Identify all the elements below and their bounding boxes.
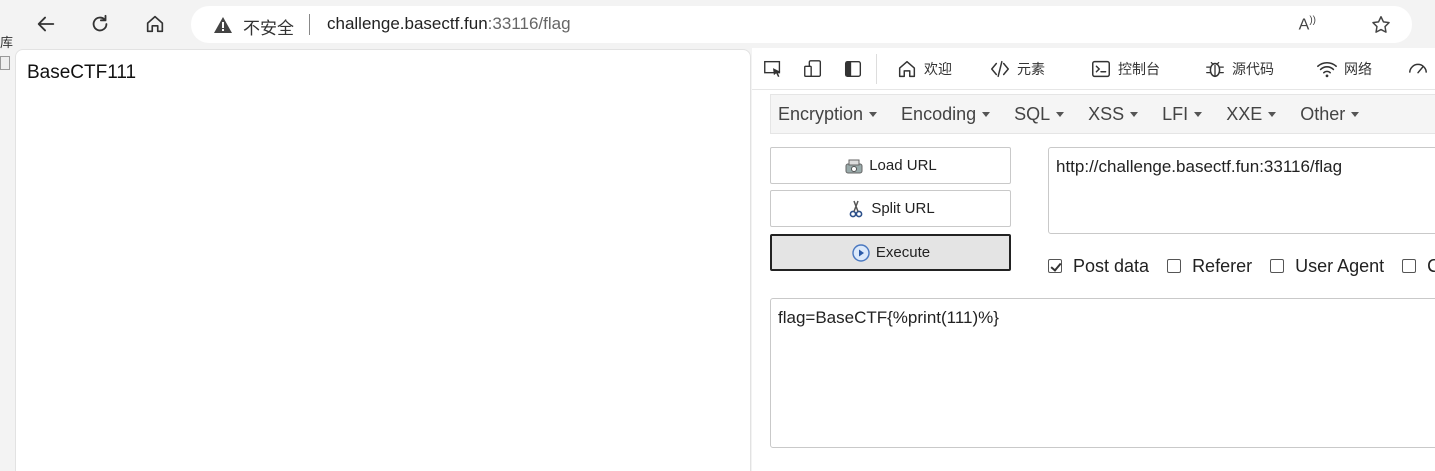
edge-cutoff-box	[0, 56, 10, 70]
menu-encoding[interactable]: Encoding	[901, 103, 991, 125]
address-url[interactable]: challenge.basectf.fun:33116/flag	[327, 14, 571, 34]
post-data-option[interactable]: Post data	[1048, 256, 1149, 277]
referer-option[interactable]: Referer	[1167, 256, 1252, 277]
split-url-label: Split URL	[871, 200, 935, 217]
cookies-option[interactable]: Co	[1402, 256, 1435, 277]
hackbar-menu: Encryption Encoding SQL XSS LFI XXE Othe…	[770, 94, 1435, 134]
play-icon	[852, 243, 870, 262]
page-content-text: BaseCTF111	[27, 62, 137, 83]
code-icon	[991, 60, 1009, 78]
post-data-textarea[interactable]: flag=BaseCTF{%print(111)%}	[770, 298, 1435, 448]
menu-encryption[interactable]: Encryption	[778, 103, 878, 125]
chevron-down-icon	[1056, 112, 1065, 118]
hackbar-options: Post data Referer User Agent Co	[1048, 254, 1435, 278]
devtools-tabbar: 欢迎 元素 控制台 源代码 网络	[752, 48, 1435, 90]
chevron-down-icon	[1130, 112, 1139, 118]
dock-side-icon[interactable]	[842, 58, 864, 80]
home-button[interactable]	[139, 8, 171, 40]
menu-xss-label: XSS	[1088, 103, 1125, 124]
tab-elements-label: 元素	[1017, 62, 1045, 78]
menu-encryption-label: Encryption	[778, 103, 864, 124]
tab-network[interactable]: 网络	[1316, 58, 1372, 80]
referer-checkbox[interactable]	[1167, 259, 1182, 273]
wifi-icon	[1317, 62, 1337, 78]
home-icon	[146, 15, 164, 33]
tab-welcome[interactable]: 欢迎	[896, 58, 952, 80]
favorite-star-icon[interactable]	[1370, 14, 1392, 36]
console-icon	[1092, 60, 1110, 78]
load-url-label: Load URL	[869, 157, 937, 174]
menu-other[interactable]: Other	[1300, 103, 1360, 125]
menu-lfi-label: LFI	[1162, 103, 1189, 124]
menu-encoding-label: Encoding	[901, 103, 977, 124]
execute-label: Execute	[875, 244, 931, 261]
refresh-icon	[92, 14, 108, 32]
device-emulation-icon[interactable]	[802, 58, 824, 80]
page-viewport: BaseCTF111	[15, 49, 751, 471]
inspect-element-icon[interactable]	[762, 58, 784, 80]
menu-xxe-label: XXE	[1226, 103, 1263, 124]
load-url-icon	[845, 159, 863, 173]
referer-label: Referer	[1192, 255, 1253, 276]
cookies-label: Co	[1427, 255, 1435, 276]
url-host: challenge.basectf.fun	[327, 14, 488, 33]
performance-gauge-icon[interactable]	[1407, 58, 1429, 80]
security-label[interactable]: 不安全	[243, 14, 294, 39]
user-agent-checkbox[interactable]	[1270, 259, 1285, 273]
load-url-button[interactable]: Load URL	[770, 147, 1011, 184]
tab-console-label: 控制台	[1118, 62, 1160, 78]
tab-elements[interactable]: 元素	[989, 58, 1045, 80]
cookies-checkbox[interactable]	[1402, 259, 1417, 273]
bug-icon	[1206, 61, 1224, 78]
post-data-checkbox[interactable]	[1048, 259, 1062, 273]
home-icon	[898, 60, 916, 78]
back-button[interactable]	[30, 8, 62, 40]
menu-other-label: Other	[1300, 103, 1346, 124]
menu-xss[interactable]: XSS	[1088, 103, 1139, 125]
tab-console[interactable]: 控制台	[1090, 58, 1160, 80]
browser-toolbar: 不安全 challenge.basectf.fun:33116/flag A))	[0, 0, 1435, 48]
chevron-down-icon	[869, 112, 878, 118]
user-agent-option[interactable]: User Agent	[1270, 256, 1384, 277]
chevron-down-icon	[982, 112, 991, 118]
split-url-button[interactable]: Split URL	[770, 190, 1011, 227]
post-data-label: Post data	[1073, 255, 1150, 276]
menu-sql[interactable]: SQL	[1014, 103, 1065, 125]
read-aloud-button[interactable]: A))	[1299, 15, 1316, 34]
menu-sql-label: SQL	[1014, 103, 1051, 124]
menu-xxe[interactable]: XXE	[1226, 103, 1277, 125]
scissors-icon	[849, 200, 863, 217]
arrow-left-icon	[37, 16, 55, 32]
chevron-down-icon	[1351, 112, 1360, 118]
devtools-separator	[876, 54, 877, 84]
edge-cutoff-text: 库	[0, 36, 14, 51]
execute-button[interactable]: Execute	[770, 234, 1011, 271]
url-path: :33116/flag	[487, 14, 571, 33]
tab-network-label: 网络	[1344, 62, 1372, 78]
devtools-panel: 欢迎 元素 控制台 源代码 网络 Encryption Encoding SQL…	[752, 48, 1435, 471]
menu-lfi[interactable]: LFI	[1162, 103, 1203, 125]
refresh-button[interactable]	[84, 8, 116, 40]
tab-sources[interactable]: 源代码	[1204, 58, 1274, 80]
chevron-down-icon	[1194, 112, 1203, 118]
tab-sources-label: 源代码	[1232, 62, 1274, 78]
address-separator	[309, 14, 310, 35]
url-textarea[interactable]: http://challenge.basectf.fun:33116/flag	[1048, 147, 1435, 234]
chevron-down-icon	[1268, 112, 1277, 118]
tab-welcome-label: 欢迎	[924, 62, 952, 78]
address-bar[interactable]: 不安全 challenge.basectf.fun:33116/flag A))	[191, 6, 1412, 43]
warning-icon	[214, 17, 232, 33]
user-agent-label: User Agent	[1295, 255, 1385, 276]
